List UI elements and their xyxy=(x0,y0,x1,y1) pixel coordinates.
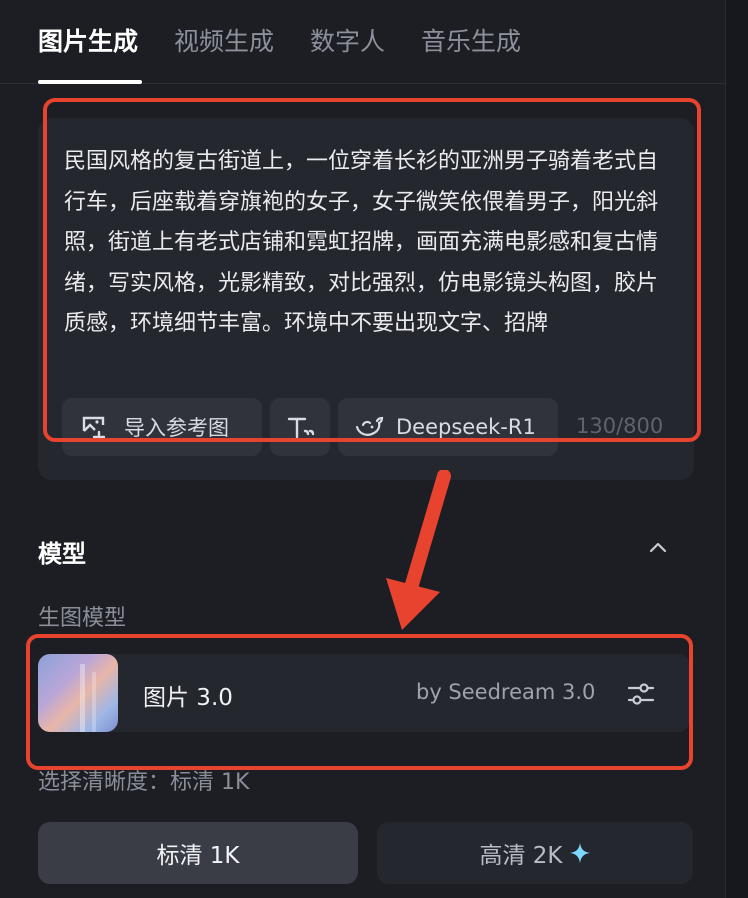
tab-digital-human[interactable]: 数字人 xyxy=(310,22,385,58)
resolution-option-1k[interactable]: 标清 1K xyxy=(38,822,358,884)
side-panel: 图片生成 视频生成 数字人 音乐生成 民国风格的复古街道上，一位穿着长衫的亚洲男… xyxy=(0,0,726,898)
deepseek-r1-label: Deepseek-R1 xyxy=(396,415,536,439)
sparkle-icon xyxy=(569,842,590,864)
tab-bar: 图片生成 视频生成 数字人 音乐生成 xyxy=(0,0,726,84)
model-selector-card[interactable]: 图片 3.0 by Seedream 3.0 xyxy=(38,654,690,732)
resolution-option-2k-label: 高清 2K xyxy=(479,843,563,869)
resolution-label: 选择清晰度：标清 1K xyxy=(38,770,250,795)
tab-music-generation[interactable]: 音乐生成 xyxy=(421,22,521,58)
model-thumbnail xyxy=(38,654,118,732)
import-reference-label: 导入参考图 xyxy=(124,416,229,440)
resolution-option-1k-label: 标清 1K xyxy=(156,843,240,869)
image-model-label: 生图模型 xyxy=(38,606,127,631)
active-tab-indicator xyxy=(38,80,142,84)
model-section-title: 模型 xyxy=(38,540,86,568)
scrollbar[interactable] xyxy=(726,0,748,898)
model-name: 图片 3.0 xyxy=(143,685,233,711)
image-import-icon xyxy=(80,413,108,441)
text-format-button[interactable] xyxy=(270,398,330,456)
deepseek-whale-icon xyxy=(354,414,384,440)
deepseek-r1-button[interactable]: Deepseek-R1 xyxy=(338,398,558,456)
resolution-option-2k[interactable]: 高清 2K xyxy=(377,822,693,884)
sliders-icon[interactable] xyxy=(626,680,656,708)
import-reference-button[interactable]: 导入参考图 xyxy=(62,398,262,456)
text-format-icon xyxy=(285,413,315,441)
model-provider: by Seedream 3.0 xyxy=(416,680,596,704)
character-counter: 130/800 xyxy=(576,414,664,438)
chevron-up-icon[interactable] xyxy=(646,536,670,560)
tab-image-generation[interactable]: 图片生成 xyxy=(38,22,138,58)
prompt-input[interactable]: 民国风格的复古街道上，一位穿着长衫的亚洲男子骑着老式自行车，后座载着穿旗袍的女子… xyxy=(64,142,664,382)
tab-video-generation[interactable]: 视频生成 xyxy=(174,22,274,58)
prompt-card: 民国风格的复古街道上，一位穿着长衫的亚洲男子骑着老式自行车，后座载着穿旗袍的女子… xyxy=(38,118,694,480)
